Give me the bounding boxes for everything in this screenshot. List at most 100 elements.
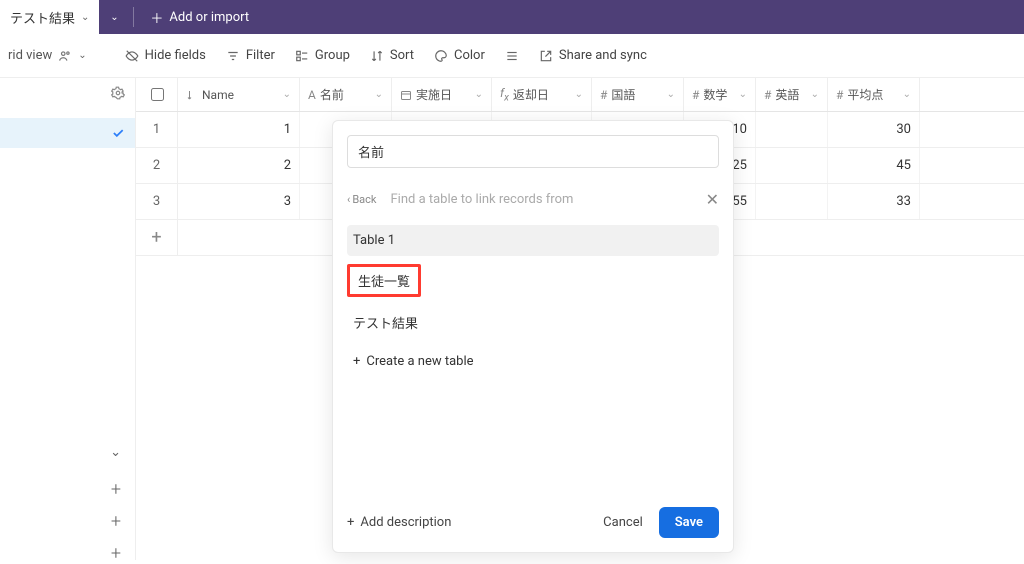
column-header-date[interactable]: 実施日 ⌄: [392, 78, 492, 111]
cell-name[interactable]: 2: [178, 148, 300, 183]
number-icon: #: [764, 88, 771, 102]
column-header-math[interactable]: # 数学 ⌄: [684, 78, 756, 111]
close-icon[interactable]: ✕: [706, 190, 719, 209]
chevron-down-icon[interactable]: ⌄: [110, 445, 121, 460]
chevron-down-icon[interactable]: ⌄: [811, 89, 819, 100]
table-option-table1[interactable]: Table 1: [347, 225, 719, 256]
chevron-down-icon[interactable]: ⌄: [81, 12, 89, 23]
check-icon: [111, 126, 125, 140]
sort-label: Sort: [390, 48, 414, 63]
view-toolbar: rid view ⌄ Hide fields Filter Group Sort…: [0, 34, 1024, 78]
chevron-down-icon[interactable]: ⌄: [667, 89, 675, 100]
back-button[interactable]: ‹ Back: [347, 193, 376, 206]
plus-icon: +: [353, 354, 360, 369]
cancel-button[interactable]: Cancel: [603, 515, 643, 530]
filter-button[interactable]: Filter: [216, 42, 285, 69]
column-header-name2[interactable]: A 名前 ⌄: [300, 78, 392, 111]
cell-eng[interactable]: [756, 148, 828, 183]
share-icon: [539, 49, 553, 63]
share-sync-button[interactable]: Share and sync: [529, 42, 657, 69]
table-option-results[interactable]: テスト結果: [347, 305, 719, 340]
popup-footer: + Add description Cancel Save: [347, 507, 719, 538]
column-header-jp[interactable]: # 国語 ⌄: [592, 78, 684, 111]
save-button[interactable]: Save: [659, 507, 719, 538]
chevron-down-icon[interactable]: ⌄: [283, 89, 291, 100]
hide-fields-button[interactable]: Hide fields: [115, 42, 216, 69]
formula-icon: fx: [500, 86, 509, 103]
view-selector[interactable]: rid view ⌄: [0, 48, 95, 63]
cell-avg[interactable]: 45: [828, 148, 920, 183]
plus-icon[interactable]: +: [111, 511, 121, 532]
plus-icon[interactable]: +: [111, 479, 121, 500]
link-table-popup: ‹ Back ✕ Table 1 生徒一覧 テスト結果 + Create a n…: [332, 120, 734, 553]
chevron-down-icon[interactable]: ⌄: [375, 89, 383, 100]
row-height-icon: [505, 49, 519, 63]
tab-active[interactable]: テスト結果 ⌄: [0, 0, 99, 34]
color-button[interactable]: Color: [424, 42, 495, 69]
table-option-students[interactable]: 生徒一覧: [347, 264, 421, 297]
column-label: Name: [202, 88, 234, 102]
sort-icon: [370, 49, 384, 63]
chevron-down-icon[interactable]: ⌄: [575, 89, 583, 100]
column-label: 国語: [611, 86, 635, 103]
cell-name[interactable]: 3: [178, 184, 300, 219]
number-icon: #: [692, 88, 699, 102]
group-button[interactable]: Group: [285, 42, 360, 69]
cell-name[interactable]: 1: [178, 112, 300, 147]
people-icon: [58, 49, 72, 63]
checkbox[interactable]: [151, 88, 164, 101]
number-icon: #: [836, 88, 843, 102]
chevron-down-icon: ⌄: [78, 50, 86, 61]
plus-icon[interactable]: +: [111, 543, 121, 564]
view-name-label: rid view: [8, 48, 52, 63]
chevron-down-icon[interactable]: ⌄: [903, 89, 911, 100]
cell-eng[interactable]: [756, 112, 828, 147]
create-new-table-label: Create a new table: [366, 354, 473, 369]
gear-icon[interactable]: [111, 86, 125, 100]
sort-button[interactable]: Sort: [360, 42, 424, 69]
color-label: Color: [454, 48, 485, 63]
row-number: 1: [136, 112, 178, 147]
add-or-import-label: Add or import: [169, 10, 249, 25]
row-height-button[interactable]: [495, 43, 529, 69]
sort-icon: [186, 89, 198, 101]
tab-secondary[interactable]: ⌄: [99, 12, 129, 23]
eye-off-icon: [125, 49, 139, 63]
column-header-return[interactable]: fx 返却日 ⌄: [492, 78, 592, 111]
table-search-row: ‹ Back ✕: [347, 190, 719, 209]
calendar-icon: [400, 89, 412, 101]
chevron-down-icon[interactable]: ⌄: [739, 89, 747, 100]
tab-active-label: テスト結果: [10, 8, 75, 27]
group-label: Group: [315, 48, 350, 63]
group-icon: [295, 49, 309, 63]
sidebar: ⌄ + + +: [0, 78, 136, 560]
chevron-down-icon[interactable]: ⌄: [475, 89, 483, 100]
filter-icon: [226, 49, 240, 63]
column-label: 英語: [775, 86, 799, 103]
cell-avg[interactable]: 33: [828, 184, 920, 219]
number-icon: #: [600, 88, 607, 102]
divider: [133, 7, 134, 27]
filter-label: Filter: [246, 48, 275, 63]
column-header-name[interactable]: Name ⌄: [178, 78, 300, 111]
add-description-button[interactable]: + Add description: [347, 515, 451, 530]
row-number: 2: [136, 148, 178, 183]
cell-eng[interactable]: [756, 184, 828, 219]
column-header-eng[interactable]: # 英語 ⌄: [756, 78, 828, 111]
row-number: 3: [136, 184, 178, 219]
sidebar-view-item[interactable]: [0, 118, 135, 148]
chevron-down-icon: ⌄: [110, 12, 118, 23]
add-or-import-button[interactable]: ＋ Add or import: [138, 8, 261, 27]
select-all-checkbox[interactable]: [136, 78, 178, 111]
table-search-input[interactable]: [388, 191, 699, 208]
field-name-input[interactable]: [347, 135, 719, 168]
cell-avg[interactable]: 30: [828, 112, 920, 147]
plus-icon: ＋: [150, 8, 163, 27]
create-new-table-button[interactable]: + Create a new table: [347, 346, 719, 377]
back-label: Back: [352, 193, 376, 206]
column-label: 数学: [703, 86, 727, 103]
hide-fields-label: Hide fields: [145, 48, 206, 63]
column-header-avg[interactable]: # 平均点 ⌄: [828, 78, 920, 111]
plus-icon: +: [136, 220, 178, 255]
grid-header-row: Name ⌄ A 名前 ⌄ 実施日 ⌄ fx 返却日 ⌄ # 国語 ⌄: [136, 78, 1024, 112]
